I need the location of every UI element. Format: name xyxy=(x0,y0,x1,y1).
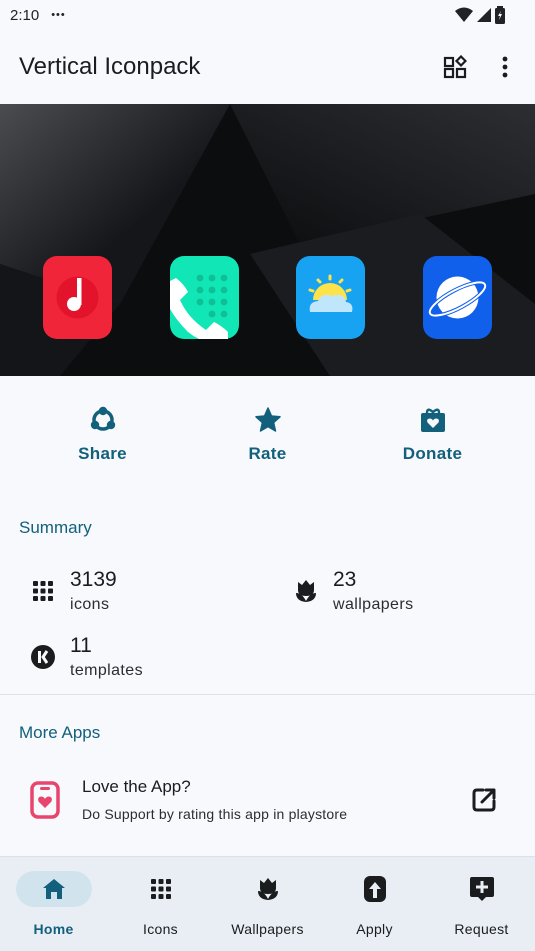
hero-banner xyxy=(0,104,535,376)
stat-icons: 3139 icons xyxy=(30,568,293,614)
stat-wallpapers: 23 wallpapers xyxy=(293,568,535,614)
stat-templates: 11 templates xyxy=(30,634,293,680)
icons-label: icons xyxy=(70,596,110,613)
wallpapers-label: wallpapers xyxy=(333,596,414,613)
battery-icon xyxy=(495,6,505,24)
kustom-templates-icon xyxy=(31,645,55,669)
phone-app-icon xyxy=(163,256,239,343)
notification-dots-icon: ••• xyxy=(51,9,66,21)
star-icon xyxy=(254,407,281,432)
promo-subtitle: Do Support by rating this app in playsto… xyxy=(82,806,348,822)
signal-icon xyxy=(477,8,491,22)
templates-count: 11 xyxy=(70,634,92,657)
nav-icons[interactable]: Icons xyxy=(111,871,211,951)
nav-wallpapers[interactable]: Wallpapers xyxy=(218,871,318,951)
home-icon xyxy=(42,879,65,899)
share-label: Share xyxy=(78,444,127,463)
browser-app-icon xyxy=(422,256,492,339)
widgets-icon[interactable] xyxy=(441,53,469,81)
donate-label: Donate xyxy=(402,444,463,463)
wallpapers-count: 23 xyxy=(333,568,357,591)
icons-count: 3139 xyxy=(70,568,117,591)
action-row: Share Rate Donate xyxy=(0,376,535,494)
share-button[interactable]: Share xyxy=(43,406,163,464)
apps-grid-icon xyxy=(150,879,171,899)
open-external-icon[interactable] xyxy=(471,787,497,813)
summary-section: Summary 3139 icons 23 wallpapers 11 temp… xyxy=(0,494,535,694)
weather-app-icon xyxy=(296,256,366,339)
nav-wallpapers-label: Wallpapers xyxy=(231,921,304,937)
tulip-icon xyxy=(257,878,278,900)
nav-icons-label: Icons xyxy=(143,921,178,937)
templates-label: templates xyxy=(70,662,143,679)
summary-title: Summary xyxy=(19,518,92,537)
nav-home[interactable]: Home xyxy=(4,871,104,951)
nav-request[interactable]: Request xyxy=(432,871,532,951)
more-apps-title: More Apps xyxy=(19,723,101,742)
gift-heart-icon xyxy=(420,408,445,432)
nav-request-label: Request xyxy=(454,921,509,937)
wifi-icon xyxy=(455,7,473,22)
nav-apply-label: Apply xyxy=(356,921,393,937)
status-time: 2:10 xyxy=(10,6,40,24)
rate-app-card[interactable]: Love the App? Do Support by rating this … xyxy=(0,743,535,822)
nav-home-label: Home xyxy=(33,921,74,937)
heart-phone-icon xyxy=(30,780,60,819)
bottom-navigation: Home Icons Wallpapers Apply Request xyxy=(0,856,535,951)
app-bar: Vertical Iconpack xyxy=(0,30,535,104)
nav-apply[interactable]: Apply xyxy=(325,871,425,951)
more-apps-section: More Apps Love the App? Do Support by ra… xyxy=(0,695,535,822)
promo-title: Love the App? xyxy=(82,777,191,796)
rate-label: Rate xyxy=(248,444,287,463)
rate-button[interactable]: Rate xyxy=(208,406,328,464)
music-app-icon xyxy=(43,256,112,339)
donate-button[interactable]: Donate xyxy=(373,406,493,464)
apply-upload-icon xyxy=(363,876,386,902)
status-bar: 2:10 ••• xyxy=(0,0,535,30)
apps-grid-icon xyxy=(33,581,53,601)
request-add-icon xyxy=(469,877,494,901)
more-options-icon[interactable] xyxy=(491,53,519,81)
page-title: Vertical Iconpack xyxy=(19,53,201,80)
share-icon xyxy=(90,406,115,431)
tulip-icon xyxy=(296,580,316,602)
